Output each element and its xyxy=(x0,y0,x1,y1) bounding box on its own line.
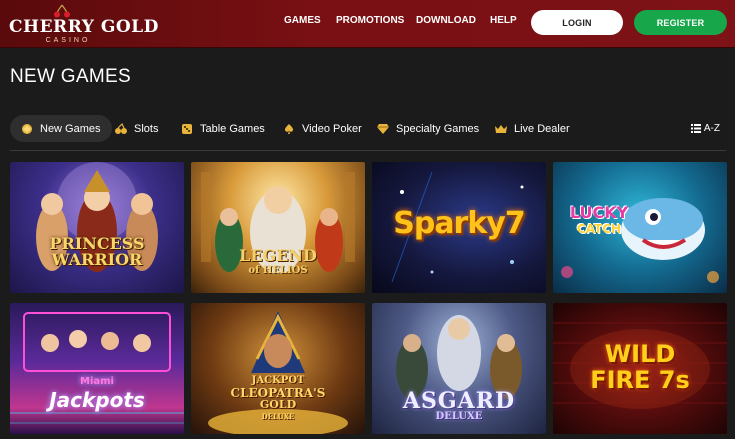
tab-label: Video Poker xyxy=(302,122,362,135)
sort-label: A-Z xyxy=(703,123,720,134)
game-title-line: Sparky7 xyxy=(393,206,526,241)
game-title-line: WARRIOR xyxy=(51,250,143,269)
nav-help[interactable]: HELP xyxy=(490,15,517,26)
game-art xyxy=(10,312,184,424)
sort-az-button[interactable]: A-Z xyxy=(690,115,720,142)
logo-brand-text: CHERRY GOLD xyxy=(9,17,159,37)
nav-games[interactable]: GAMES xyxy=(284,15,321,26)
game-tile-miami-jackpots[interactable]: Miami Jackpots xyxy=(10,303,184,434)
game-title-line: WILD xyxy=(604,340,676,368)
tab-label: New Games xyxy=(40,122,101,135)
nav-promotions[interactable]: PROMOTIONS xyxy=(336,15,404,26)
tab-label: Specialty Games xyxy=(396,122,480,135)
game-title-line: CATCH xyxy=(576,222,622,236)
game-tile-sparky-7[interactable]: Sparky7 xyxy=(372,162,546,293)
tab-new-games[interactable]: New Games xyxy=(10,115,112,142)
game-title-line: LUCKY xyxy=(569,203,629,222)
logo-sub-text: CASINO xyxy=(45,37,91,44)
game-title-line: Jackpots xyxy=(49,388,145,412)
nav-download[interactable]: DOWNLOAD xyxy=(416,15,476,26)
tab-table-games[interactable]: Table Games xyxy=(180,115,265,142)
tab-slots[interactable]: Slots xyxy=(114,115,158,142)
tab-specialty-games[interactable]: Specialty Games xyxy=(376,115,479,142)
game-title-line: LEGEND xyxy=(239,246,317,265)
game-tile-wild-fire-7s[interactable]: WILD FIRE 7s xyxy=(553,303,727,434)
page-title: NEW GAMES xyxy=(10,66,131,87)
game-tile-jackpot-cleopatras-gold-deluxe[interactable]: JACKPOT CLEOPATRA'S GOLD DELUXE xyxy=(191,303,365,434)
cherry-gold-logo[interactable]: CHERRY GOLD CASINO xyxy=(9,4,158,44)
tab-label: Table Games xyxy=(200,122,265,135)
game-title-line: DELUXE xyxy=(261,412,295,421)
game-title-line: of HELIOS xyxy=(248,265,308,276)
crown-icon xyxy=(495,124,507,133)
tab-label: Live Dealer xyxy=(514,122,570,135)
game-title-line: DELUXE xyxy=(435,411,483,422)
game-tile-princess-warrior[interactable]: PRINCESS WARRIOR xyxy=(10,162,184,293)
cherries-logo-icon xyxy=(54,4,70,18)
game-tile-lucky-catch[interactable]: LUCKY CATCH xyxy=(553,162,727,293)
category-tabs: New Games Slots Table Games Video Poker … xyxy=(10,114,726,151)
login-button[interactable]: LOGIN xyxy=(531,10,623,35)
new-games-icon xyxy=(22,123,32,134)
spade-icon xyxy=(284,123,294,134)
register-button[interactable]: REGISTER xyxy=(634,10,727,35)
list-icon xyxy=(690,124,701,133)
tab-video-poker[interactable]: Video Poker xyxy=(282,115,362,142)
tab-label: Slots xyxy=(134,122,159,135)
game-tile-legend-of-helios[interactable]: LEGEND of HELIOS xyxy=(191,162,365,293)
tab-live-dealer[interactable]: Live Dealer xyxy=(494,115,570,142)
cherries-icon xyxy=(115,122,127,134)
diamond-icon xyxy=(377,123,389,134)
game-title-line: GOLD xyxy=(259,398,297,411)
top-header: CHERRY GOLD CASINO GAMES PROMOTIONS DOWN… xyxy=(0,0,735,48)
game-title-line: ASGARD xyxy=(402,388,516,414)
game-art xyxy=(36,162,158,272)
dice-icon xyxy=(182,123,192,134)
game-title-line: FIRE 7s xyxy=(590,366,690,394)
game-tile-asgard-deluxe[interactable]: ASGARD DELUXE xyxy=(372,303,546,434)
